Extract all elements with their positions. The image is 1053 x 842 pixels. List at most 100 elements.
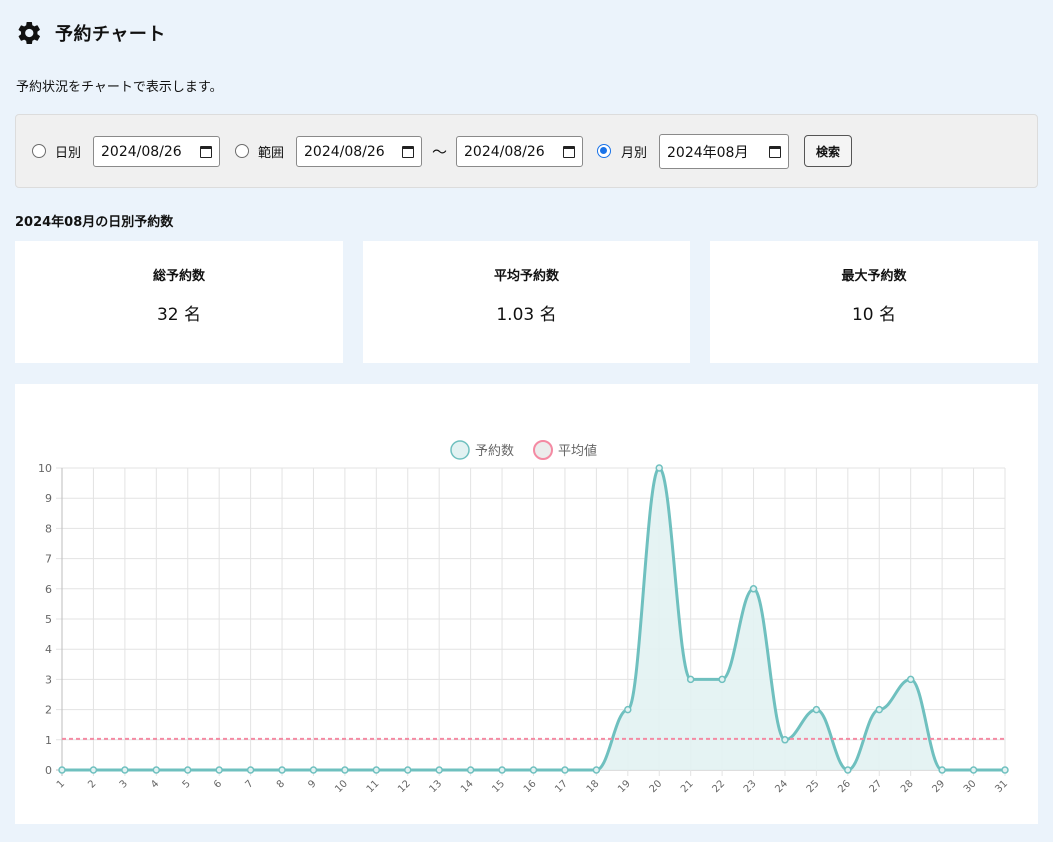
data-point <box>89 766 98 774</box>
month-input[interactable]: 2024年08月 <box>659 134 789 169</box>
legend-swatch <box>533 440 553 460</box>
x-tick-label: 7 <box>243 778 255 790</box>
data-point <box>844 766 852 774</box>
x-tick-label: 31 <box>993 778 1010 795</box>
legend-label: 平均値 <box>558 443 597 459</box>
daily-date-input[interactable]: 2024/08/26 <box>93 136 220 167</box>
range-to-value: 2024/08/26 <box>464 143 545 160</box>
range-from-value: 2024/08/26 <box>304 143 385 160</box>
data-point <box>404 766 412 774</box>
calendar-icon[interactable] <box>200 146 212 158</box>
x-tick-label: 26 <box>836 778 853 795</box>
daily-date-value: 2024/08/26 <box>101 143 182 160</box>
stat-label: 平均予約数 <box>493 269 559 284</box>
x-tick-label: 29 <box>930 778 947 795</box>
data-point <box>498 766 506 774</box>
monthly-radio-label: 月別 <box>621 146 648 161</box>
stat-value: 32 名 <box>156 305 202 325</box>
data-point <box>749 585 758 593</box>
section-title: 2024年08月の日別予約数 <box>15 215 174 230</box>
data-point <box>529 766 538 774</box>
y-tick-label: 5 <box>45 613 52 626</box>
stat-label: 最大予約数 <box>841 269 907 284</box>
x-tick-label: 22 <box>710 778 727 795</box>
x-tick-label: 25 <box>805 778 822 795</box>
data-point <box>592 766 601 774</box>
data-point <box>781 736 789 744</box>
range-from-input[interactable]: 2024/08/26 <box>296 136 422 167</box>
x-tick-label: 21 <box>679 778 696 795</box>
x-tick-label: 28 <box>899 778 916 795</box>
x-tick-label: 3 <box>118 778 130 790</box>
data-point <box>152 766 161 774</box>
range-radio-label: 範囲 <box>258 146 285 161</box>
y-tick-label: 9 <box>45 492 52 505</box>
x-tick-label: 27 <box>868 778 885 795</box>
data-point <box>812 705 821 714</box>
x-tick-label: 16 <box>522 778 539 795</box>
y-tick-label: 2 <box>45 704 52 717</box>
x-tick-label: 23 <box>742 778 759 795</box>
range-radio[interactable] <box>235 144 249 158</box>
gear-icon <box>18 22 40 45</box>
search-button[interactable]: 検索 <box>804 135 852 167</box>
y-tick-label: 1 <box>45 734 52 747</box>
x-tick-label: 15 <box>490 778 507 795</box>
data-point <box>215 766 223 774</box>
chart-card: 0 1 2 3 4 5 6 7 8 9 10 1 2 3 4 5 6 7 8 9 10 11 12 13 14 15 16 17 18 1… <box>15 384 1038 824</box>
x-tick-label: 2 <box>86 778 98 790</box>
calendar-icon[interactable] <box>402 146 414 158</box>
x-tick-label: 18 <box>585 778 602 795</box>
range-to-input[interactable]: 2024/08/26 <box>456 136 583 167</box>
x-tick-label: 9 <box>306 778 318 790</box>
y-tick-label: 10 <box>38 462 52 475</box>
data-point <box>246 766 255 774</box>
stat-card-average: 平均予約数 1.03 名 <box>363 241 690 363</box>
data-point <box>1001 766 1009 774</box>
daily-radio[interactable] <box>32 144 46 158</box>
page-header: 予約チャート <box>18 20 166 46</box>
y-tick-label: 8 <box>45 522 52 535</box>
data-point <box>686 675 695 684</box>
calendar-icon[interactable] <box>563 146 575 158</box>
data-point <box>341 766 349 774</box>
legend-label: 予約数 <box>475 444 514 459</box>
data-point <box>969 766 978 774</box>
x-tick-label: 13 <box>428 778 445 795</box>
data-point <box>183 766 192 774</box>
x-tick-label: 1 <box>55 778 67 790</box>
x-tick-label: 20 <box>648 778 665 795</box>
x-tick-label: 12 <box>396 778 413 795</box>
month-value: 2024年08月 <box>667 144 749 161</box>
data-point <box>309 766 318 774</box>
x-tick-label: 14 <box>459 778 476 795</box>
data-point <box>278 766 286 774</box>
stat-card-max: 最大予約数 10 名 <box>710 241 1038 363</box>
stat-label: 総予約数 <box>152 269 205 284</box>
data-point <box>435 766 443 774</box>
x-tick-label: 10 <box>333 778 350 795</box>
range-separator: 〜 <box>432 143 448 161</box>
x-tick-label: 5 <box>181 778 193 790</box>
x-tick-label: 8 <box>275 778 287 790</box>
page-title: 予約チャート <box>55 24 166 45</box>
x-tick-label: 30 <box>962 778 979 795</box>
data-point <box>718 675 726 684</box>
data-point <box>466 766 475 774</box>
data-point <box>372 766 381 774</box>
data-point <box>655 464 663 472</box>
data-point <box>875 705 884 714</box>
stat-card-total: 総予約数 32 名 <box>15 241 343 363</box>
x-tick-label: 19 <box>616 778 633 795</box>
calendar-icon[interactable] <box>769 146 781 158</box>
stat-value: 1.03 名 <box>496 305 557 325</box>
stat-value: 10 名 <box>851 305 897 325</box>
y-tick-label: 0 <box>45 764 52 777</box>
y-tick-label: 7 <box>45 553 52 566</box>
data-point <box>938 766 946 774</box>
daily-radio-label: 日別 <box>55 146 82 161</box>
data-point <box>58 766 66 774</box>
x-tick-label: 24 <box>773 778 790 795</box>
x-tick-label: 17 <box>553 778 570 795</box>
monthly-radio[interactable] <box>597 144 611 158</box>
